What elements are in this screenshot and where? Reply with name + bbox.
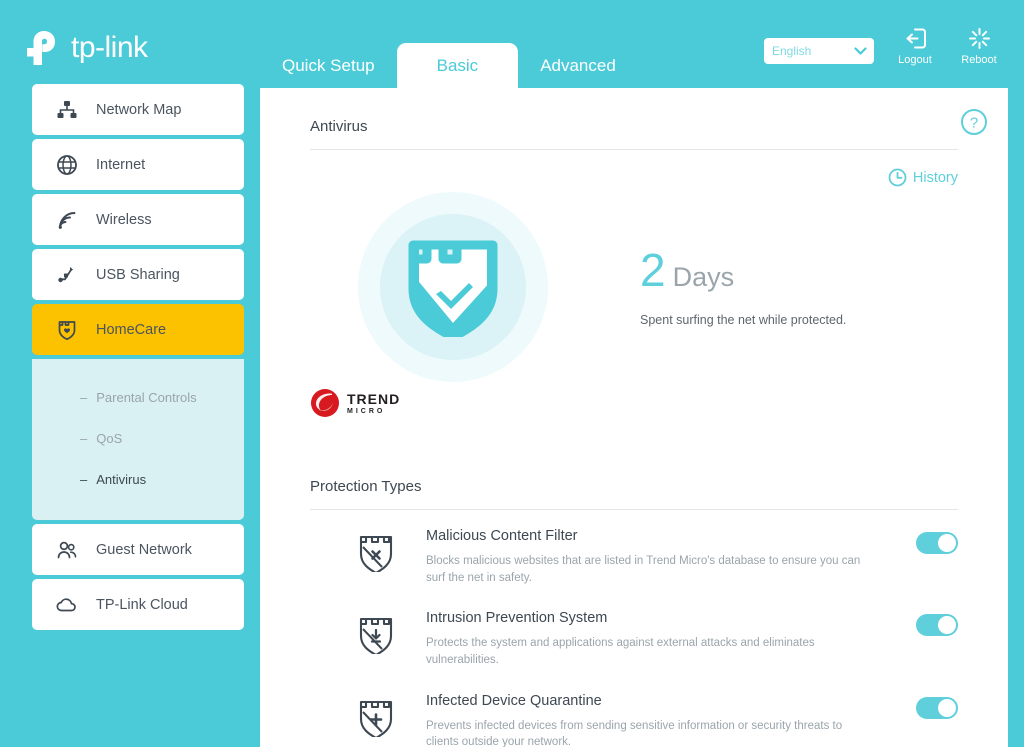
sidebar-subitem-qos[interactable]: – QoS: [32, 418, 244, 459]
sidebar-item-wireless[interactable]: Wireless: [32, 194, 244, 245]
shield-download-icon: [352, 610, 400, 655]
homecare-submenu: – Parental Controls – QoS – Antivirus: [32, 359, 244, 520]
sidebar-item-label: Internet: [96, 156, 146, 173]
tab-quick-setup[interactable]: Quick Setup: [260, 43, 397, 88]
protection-name: Intrusion Prevention System: [426, 610, 608, 627]
sidebar-item-label: Guest Network: [96, 541, 192, 558]
chevron-down-icon: [854, 47, 867, 55]
sidebar-item-label: USB Sharing: [96, 266, 180, 283]
status-badge: [358, 191, 548, 382]
dash-marker: –: [80, 431, 88, 446]
tab-advanced[interactable]: Advanced: [518, 43, 638, 88]
protection-name: Malicious Content Filter: [426, 528, 578, 544]
vendor-name: TREND: [347, 390, 401, 407]
page-title: Antivirus: [310, 118, 368, 135]
history-link[interactable]: History: [888, 168, 958, 187]
content-panel: ? Antivirus History 2 Days Spent surfing…: [260, 88, 1008, 747]
protection-row-infected-device-quarantine: Infected Device Quarantine Prevents infe…: [310, 675, 958, 747]
section-divider: [310, 149, 958, 150]
brand-logo[interactable]: tp-link: [24, 28, 148, 68]
usb-icon: [56, 264, 78, 286]
reboot-icon: [968, 28, 990, 49]
tab-basic[interactable]: Basic: [396, 43, 519, 88]
logout-label: Logout: [898, 54, 932, 66]
sidebar-item-guest-network[interactable]: Guest Network: [32, 524, 244, 575]
router-admin-page: tp-link Quick Setup Basic Advanced Engli…: [0, 0, 1024, 747]
sidebar-item-network-map[interactable]: Network Map: [32, 84, 244, 135]
protection-row-intrusion-prevention-system: Intrusion Prevention System Protects the…: [310, 592, 958, 674]
globe-icon: [56, 154, 78, 176]
status-badge-inner: [380, 213, 526, 360]
reboot-button[interactable]: Reboot: [956, 26, 1002, 66]
dash-marker: –: [80, 390, 88, 405]
svg-text:?: ?: [970, 115, 978, 132]
language-value: English: [772, 44, 812, 58]
wireless-signal-icon: [56, 209, 78, 231]
reboot-label: Reboot: [961, 54, 997, 66]
toggle-knob: [938, 698, 956, 717]
protection-description: Prevents infected devices from sending s…: [426, 719, 843, 747]
sidebar-item-tp-link-cloud[interactable]: TP-Link Cloud: [32, 579, 244, 630]
header-actions: English Logout Reboot: [764, 26, 1002, 66]
protection-types-title: Protection Types: [310, 478, 422, 495]
trend-micro-logo: TREND MICRO: [310, 388, 958, 418]
sidebar-item-homecare[interactable]: HomeCare: [32, 304, 244, 355]
shield-plus-icon: [352, 693, 400, 737]
sidebar-subitem-parental-controls[interactable]: – Parental Controls: [32, 377, 244, 418]
shield-check-icon: [408, 240, 498, 337]
protection-body: Malicious Content Filter Blocks maliciou…: [400, 528, 958, 586]
protection-description: Blocks malicious websites that are liste…: [426, 555, 861, 584]
sidebar-item-label: TP-Link Cloud: [96, 596, 188, 613]
status-description: Spent surfing the net while protected.: [640, 312, 847, 327]
sidebar-item-label: Network Map: [96, 101, 182, 118]
sidebar-nav: Network Map Internet Wireless USB Sharin…: [32, 84, 244, 634]
sidebar-subitem-label: Parental Controls: [96, 390, 197, 405]
tp-link-logo-icon: [27, 31, 55, 65]
vendor-subname: MICRO: [347, 407, 386, 415]
network-map-icon: [56, 99, 78, 121]
toggle-knob: [938, 616, 956, 635]
trend-micro-icon: [311, 389, 339, 417]
sidebar-subitem-label: QoS: [96, 431, 123, 446]
history-row: History: [310, 168, 958, 187]
toggle-infected-device-quarantine[interactable]: [916, 696, 958, 719]
antivirus-section-header: Antivirus: [310, 88, 958, 135]
days-unit: Days: [672, 261, 735, 292]
shield-heart-icon: [56, 319, 78, 341]
protection-row-malicious-content-filter: Malicious Content Filter Blocks maliciou…: [310, 510, 958, 592]
sidebar-subitem-antivirus[interactable]: – Antivirus: [32, 459, 244, 500]
toggle-knob: [938, 534, 956, 552]
sidebar-item-label: Wireless: [96, 211, 152, 228]
language-select[interactable]: English: [764, 38, 874, 64]
sidebar-item-internet[interactable]: Internet: [32, 139, 244, 190]
brand-name: tp-link: [71, 31, 148, 64]
protection-body: Intrusion Prevention System Protects the…: [400, 610, 958, 668]
toggle-intrusion-prevention-system[interactable]: [916, 614, 958, 637]
days-count: 2: [640, 243, 666, 296]
protection-body: Infected Device Quarantine Prevents infe…: [400, 693, 958, 747]
toggle-malicious-content-filter[interactable]: [916, 532, 958, 554]
days-counter: 2 Days: [640, 247, 846, 293]
sidebar-item-usb-sharing[interactable]: USB Sharing: [32, 249, 244, 300]
logout-button[interactable]: Logout: [892, 26, 938, 66]
logout-icon: [906, 28, 926, 49]
question-mark-icon[interactable]: ?: [960, 108, 988, 136]
cloud-icon: [56, 594, 78, 616]
sidebar-item-label: HomeCare: [96, 321, 167, 338]
protection-types-header: Protection Types: [310, 448, 958, 495]
sidebar-subitem-label: Antivirus: [96, 472, 147, 487]
shield-x-icon: [352, 528, 400, 572]
protection-status: 2 Days Spent surfing the net while prote…: [310, 189, 958, 384]
clock-icon: [888, 168, 907, 187]
protection-description: Protects the system and applications aga…: [426, 637, 815, 667]
dash-marker: –: [80, 472, 88, 487]
right-edge-background: [1008, 0, 1024, 747]
status-info: 2 Days Spent surfing the net while prote…: [640, 247, 846, 327]
main-tabs: Quick Setup Basic Advanced: [260, 0, 638, 88]
history-label: History: [912, 169, 958, 186]
users-icon: [56, 539, 78, 561]
trend-micro-wordmark: TREND MICRO: [347, 392, 400, 415]
protection-name: Infected Device Quarantine: [426, 692, 602, 709]
